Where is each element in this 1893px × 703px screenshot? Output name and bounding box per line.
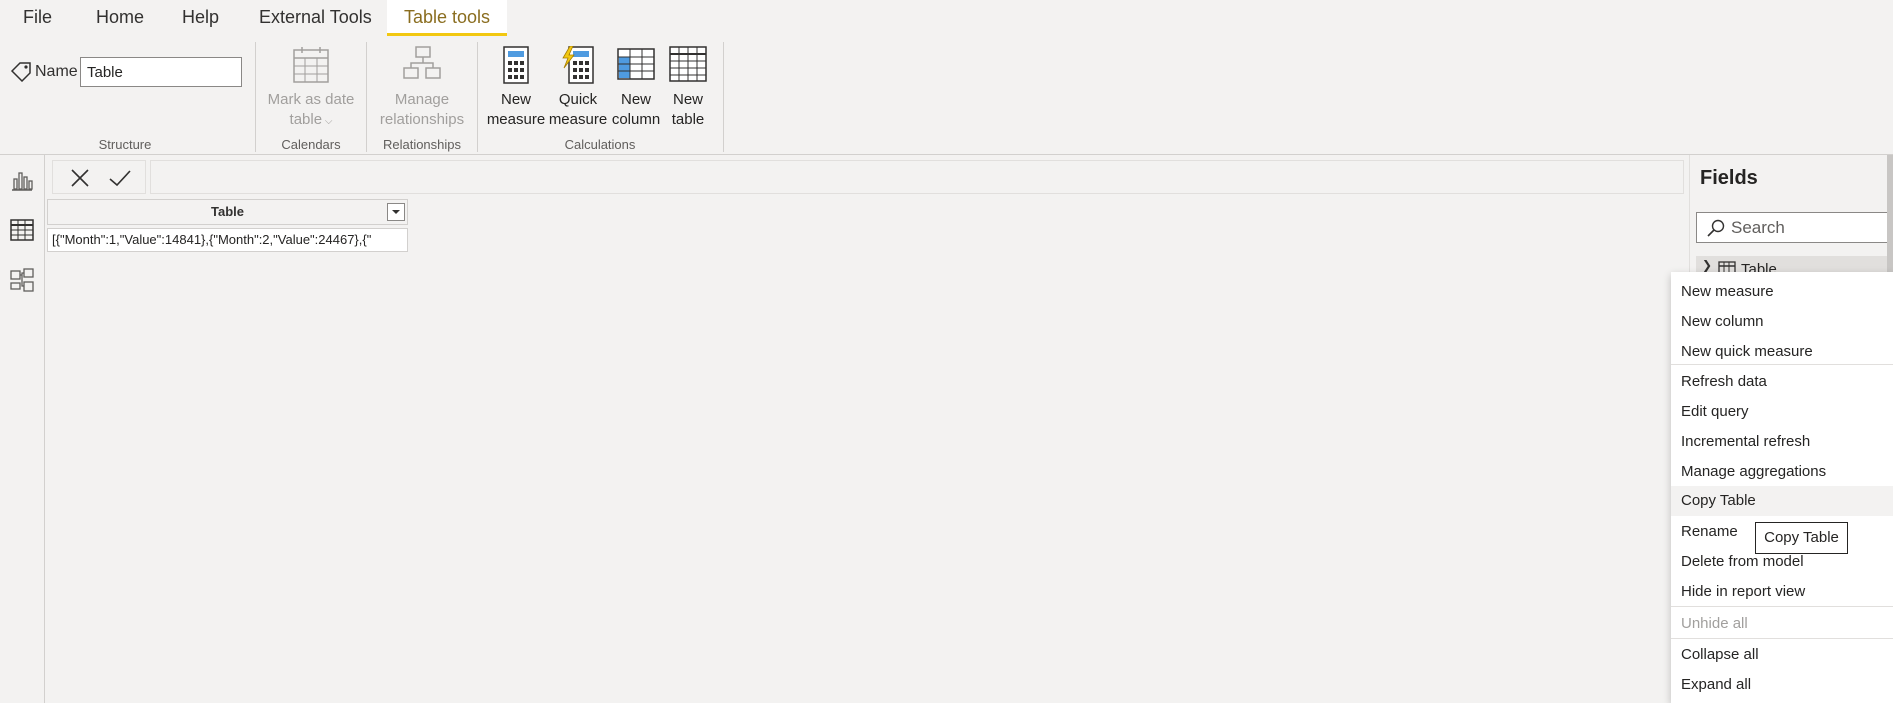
menu-item-new-quick-measure[interactable]: New quick measure (1671, 337, 1893, 367)
view-switcher-rail (0, 155, 45, 703)
menu-item-edit-query[interactable]: Edit query (1671, 397, 1893, 427)
new-table-line1: New (672, 91, 703, 108)
table-cell[interactable]: [{"Month":1,"Value":14841},{"Month":2,"V… (47, 228, 408, 252)
menu-item-hide-in-report-view[interactable]: Hide in report view (1671, 577, 1893, 607)
new-table-line2: table (671, 111, 705, 128)
column-header-label: Table (211, 204, 244, 219)
calculator-icon (503, 46, 529, 84)
menu-item-new-measure[interactable]: New measure (1671, 277, 1893, 307)
fields-search-placeholder: Search (1731, 218, 1785, 237)
mark-as-date-table-button[interactable]: Mark as date table ⌵ (264, 46, 358, 132)
new-measure-line1: New (500, 91, 531, 108)
chevron-down-icon: ⌵ (322, 116, 333, 127)
tag-icon (10, 62, 31, 82)
ribbon-divider (477, 42, 478, 152)
mark-as-date-line2: table (289, 111, 323, 128)
menu-item-copy-table[interactable]: Copy Table (1671, 486, 1893, 516)
menu-bar: File Home Help External Tools Table tool… (0, 0, 1893, 36)
new-table-button[interactable]: New table (664, 46, 712, 130)
fields-search-input[interactable]: Search (1696, 212, 1893, 243)
tab-home[interactable]: Home (84, 0, 156, 36)
menu-item-refresh-data[interactable]: Refresh data (1671, 367, 1893, 397)
ribbon-border (0, 154, 1893, 155)
fields-title: Fields (1700, 167, 1758, 189)
tab-help[interactable]: Help (170, 0, 231, 36)
search-icon (1707, 219, 1725, 237)
report-view-icon[interactable] (9, 167, 35, 193)
new-column-icon (617, 48, 655, 80)
data-view-icon[interactable] (9, 217, 35, 243)
column-filter-button[interactable] (387, 203, 405, 221)
menu-separator (1671, 364, 1893, 365)
new-measure-button[interactable]: New measure (486, 46, 546, 130)
cancel-icon[interactable] (67, 165, 93, 191)
new-column-line2: column (611, 111, 661, 128)
group-label-calculations: Calculations (564, 137, 636, 152)
mark-as-date-line1: Mark as date (267, 91, 355, 108)
group-label-calendars: Calendars (281, 137, 341, 152)
new-table-icon (669, 46, 707, 82)
name-label: Name (35, 63, 78, 80)
table-name-input[interactable] (80, 57, 242, 87)
menu-separator (1671, 606, 1893, 607)
tab-table-tools[interactable]: Table tools (387, 0, 507, 36)
new-measure-line2: measure (486, 111, 546, 128)
ribbon-divider (255, 42, 256, 152)
new-column-line1: New (620, 91, 651, 108)
quick-measure-line2: measure (548, 111, 608, 128)
chevron-right-icon: ❯ (1702, 258, 1713, 272)
menu-item-collapse-all[interactable]: Collapse all (1671, 640, 1893, 670)
menu-item-expand-all[interactable]: Expand all (1671, 670, 1893, 700)
ribbon-divider (723, 42, 724, 152)
menu-item-new-column[interactable]: New column (1671, 307, 1893, 337)
manage-relationships-button[interactable]: Manage relationships (372, 46, 472, 130)
manage-relationships-line1: Manage (394, 91, 450, 108)
relationships-icon (403, 46, 441, 79)
calendar-icon (293, 47, 329, 83)
tab-file[interactable]: File (11, 0, 64, 36)
tab-external-tools[interactable]: External Tools (247, 0, 384, 36)
model-view-icon[interactable] (9, 267, 35, 293)
menu-item-manage-aggregations[interactable]: Manage aggregations (1671, 457, 1893, 487)
column-header[interactable]: Table (47, 199, 408, 225)
commit-icon[interactable] (107, 165, 133, 191)
tooltip: Copy Table (1755, 522, 1848, 554)
manage-relationships-line2: relationships (379, 111, 465, 128)
fields-table-name: Table (1741, 261, 1777, 272)
quick-measure-line1: Quick (558, 91, 598, 108)
quick-measure-button[interactable]: Quick measure (547, 46, 609, 130)
table-icon (1718, 261, 1736, 272)
dropdown-arrow-icon (392, 210, 400, 214)
quick-measure-icon (562, 46, 594, 84)
menu-separator (1671, 638, 1893, 639)
group-label-structure: Structure (98, 137, 152, 152)
formula-input[interactable] (150, 160, 1684, 194)
group-label-relationships: Relationships (382, 137, 462, 152)
new-column-button[interactable]: New column (610, 46, 662, 130)
fields-table-item[interactable]: ❯ Table (1696, 256, 1893, 272)
menu-item-incremental-refresh[interactable]: Incremental refresh (1671, 427, 1893, 457)
ribbon-divider (366, 42, 367, 152)
menu-item-unhide-all: Unhide all (1681, 615, 1748, 632)
formula-bar-buttons (52, 160, 146, 194)
context-menu: New measure New column New quick measure… (1671, 272, 1893, 703)
